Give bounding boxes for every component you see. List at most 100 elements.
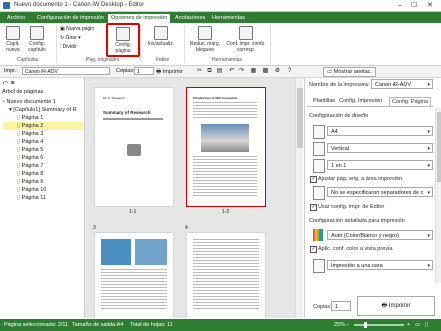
- color-mode-select[interactable]: Auto (Color/Blanco y negro) ▾: [327, 230, 433, 240]
- paper-size-select[interactable]: A4 ▾: [327, 126, 433, 136]
- page-thumbnail-1[interactable]: Mr. K. Research Summary of Research: [95, 88, 173, 206]
- copies-input[interactable]: 1: [134, 67, 154, 75]
- tab-plantillas[interactable]: Plantillas: [313, 98, 335, 104]
- zoom-slider[interactable]: [354, 322, 404, 328]
- merge-print-settings-button[interactable]: Conf. impr. comb. corresp.: [226, 26, 266, 53]
- tree-expand-icon[interactable]: ⊞: [11, 80, 15, 86]
- detail-section-title: Configuración detallada para impresión: [309, 218, 405, 224]
- print-sides-value: Impresión a una cara: [331, 263, 383, 269]
- minimize-icon[interactable]: –: [394, 1, 406, 10]
- tree-back-icon[interactable]: ⤺: [2, 80, 8, 86]
- settings-icon[interactable]: ⚙: [274, 68, 281, 75]
- printer-name-value: Canon iR-ADV: [375, 82, 412, 88]
- tree-page-label: Página 7: [21, 163, 44, 169]
- preview-scrollbar[interactable]: [295, 78, 303, 318]
- status-total-sheets: Total de hojas: 11: [130, 322, 173, 328]
- map-image: [135, 239, 167, 265]
- layout-section-title: Configuración de diseño: [309, 113, 369, 119]
- printer-select[interactable]: Canon iR-ADV: [22, 67, 110, 75]
- reduce-margin-button[interactable]: Reduc. márg. bloqueo: [188, 26, 222, 53]
- tab-config-pagina[interactable]: Config. Página: [389, 97, 432, 106]
- tree-chapter[interactable]: ▾ [Capítulo1] Summary of R: [3, 106, 83, 114]
- zoom-in-icon[interactable]: +: [407, 319, 410, 331]
- paste-icon[interactable]: ▤: [216, 68, 223, 75]
- page-tree-panel: ⤺ ⊞ Árbol de páginas ▫ Nuevo documento 1…: [0, 78, 85, 318]
- tree-page-6[interactable]: ▯ Página 6: [3, 154, 83, 162]
- fit-page-icon[interactable]: ▭: [415, 319, 420, 331]
- fit-page-checkbox[interactable]: ✓: [310, 176, 317, 183]
- grid-icon[interactable]: ▩: [262, 68, 269, 75]
- undo-icon[interactable]: ↶: [228, 68, 235, 75]
- group-separator: [56, 25, 57, 63]
- tree-page-4[interactable]: ▯ Página 4: [3, 138, 83, 146]
- page-settings-label: Config. página: [115, 42, 131, 54]
- panel-copies-input[interactable]: 1: [331, 301, 351, 311]
- separators-select[interactable]: No se especificaron separadores de c ▾: [327, 187, 433, 197]
- print-sides-select[interactable]: Impresión a una cara ▾: [327, 260, 433, 270]
- tree-page-8[interactable]: ▯ Página 8: [3, 170, 83, 178]
- page-thumbnail-2[interactable]: Introduction of ABC Innovation: [186, 87, 266, 207]
- tree-page-1[interactable]: ▯ Página 1: [3, 114, 83, 122]
- group-separator: [270, 25, 271, 63]
- page-caption-1: 1-1: [129, 209, 137, 215]
- page-settings-button[interactable]: Config. página: [106, 23, 140, 57]
- tab-herramientas[interactable]: Herramientas: [209, 14, 248, 23]
- tree-document[interactable]: ▫ Nuevo documento 1: [3, 98, 83, 106]
- tree-page-label: Página 5: [21, 147, 44, 153]
- ribbon: Capít. nuevo Config. capítulo Capítulos …: [0, 23, 441, 66]
- tree-page-7[interactable]: ▯ Página 7: [3, 162, 83, 170]
- reduce-margin-label: Reduc. márg. bloqueo: [189, 41, 220, 53]
- tree-page-9[interactable]: ▯ Página 9: [3, 178, 83, 186]
- pages-per-sheet-select[interactable]: 1 en 1 ▾: [327, 160, 433, 170]
- use-editor-checkbox[interactable]: ✓: [310, 204, 317, 211]
- chapter-settings-icon: [30, 26, 44, 40]
- tree-page-10[interactable]: ▯ Página 10: [3, 186, 83, 194]
- settings-scrollbar-thumb[interactable]: [437, 112, 441, 182]
- tree-page-2[interactable]: ▯ Página 2: [3, 122, 83, 130]
- panel-print-button[interactable]: 🖶 Imprimir: [357, 296, 435, 316]
- tab-archivo[interactable]: Archivo: [4, 14, 28, 23]
- redo-icon[interactable]: ↷: [238, 68, 245, 75]
- group-label-chapters: Capítulos: [17, 57, 39, 63]
- tree-page-5[interactable]: ▯ Página 5: [3, 146, 83, 154]
- chevron-down-icon: ▾: [427, 233, 430, 239]
- new-page-button[interactable]: ▣ Nueva págin: [60, 26, 94, 32]
- show-notes-button[interactable]: ▭ Mostrar anotac.: [323, 67, 376, 77]
- help-icon[interactable]: ?: [286, 68, 293, 75]
- status-bar: Página seleccionada: 2/11 Tamaño de sali…: [0, 319, 441, 331]
- printer-icon: 🖶: [381, 303, 388, 309]
- printer-name-select[interactable]: Canon iR-ADV ▾: [371, 79, 433, 89]
- maximize-icon[interactable]: ☐: [408, 1, 420, 10]
- zoom-value: 25%: [334, 322, 346, 328]
- save-icon[interactable]: ▦: [250, 68, 257, 75]
- fit-width-icon[interactable]: ▯: [425, 319, 428, 331]
- settings-scrollbar[interactable]: [435, 108, 441, 283]
- orientation-select[interactable]: Vertical ▾: [327, 143, 433, 153]
- photo-image: [201, 124, 249, 152]
- zoom-slider-handle[interactable]: [364, 322, 367, 328]
- insert-update-toc-button[interactable]: Ins/actualiz.: [146, 26, 176, 47]
- page-thumbnail-3[interactable]: [95, 233, 173, 318]
- apply-color-checkbox[interactable]: ✓: [310, 246, 317, 253]
- cut-icon[interactable]: ✂: [196, 68, 203, 75]
- preview-scrollbar-thumb[interactable]: [297, 88, 303, 148]
- rotate-button[interactable]: ↻ Girar ▾: [60, 35, 81, 41]
- page-number-4: 4: [185, 225, 188, 231]
- close-icon[interactable]: ✕: [424, 1, 436, 10]
- text-block: [193, 102, 257, 120]
- chapter-settings-button[interactable]: Config. capítulo: [26, 26, 48, 53]
- zoom-out-icon[interactable]: −: [346, 319, 349, 331]
- copy-icon[interactable]: ⧉: [206, 68, 213, 75]
- tab-anotaciones[interactable]: Anotaciones: [172, 14, 208, 23]
- page-thumbnail-4[interactable]: [187, 233, 265, 318]
- print-button[interactable]: 🖶 Imprimir: [156, 68, 183, 77]
- split-button[interactable]: ⫶ Dividir: [60, 44, 77, 50]
- tab-config-impresion[interactable]: Configuración de impresión: [34, 14, 107, 23]
- orientation-icon: [313, 142, 325, 156]
- tab-config-impresion-panel[interactable]: Config. Impresión: [339, 98, 382, 104]
- tree-page-label: Página 3: [21, 131, 44, 137]
- tree-page-11[interactable]: ▯ Página 11: [3, 194, 83, 202]
- tree-page-3[interactable]: ▯ Página 3: [3, 130, 83, 138]
- new-chapter-button[interactable]: Capít. nuevo: [4, 26, 22, 53]
- tree-page-label: Página 4: [21, 139, 44, 145]
